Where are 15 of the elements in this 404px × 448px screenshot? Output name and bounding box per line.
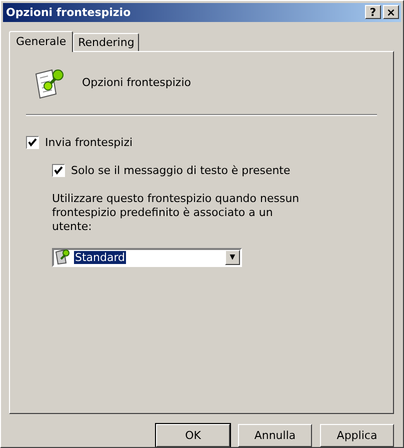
help-button[interactable]: ? <box>365 5 381 20</box>
checkbox-label[interactable]: Invia frontespizi <box>45 136 133 149</box>
header-title: Opzioni frontespizio <box>82 76 191 90</box>
checkbox[interactable] <box>52 164 65 177</box>
dialog-button[interactable]: Annulla <box>238 424 312 447</box>
tab[interactable]: Rendering <box>73 32 140 51</box>
close-button[interactable]: × <box>383 5 399 20</box>
dialog-button[interactable]: Applica <box>320 424 394 447</box>
tab[interactable]: Generale <box>9 30 74 52</box>
description-text: Utilizzare questo frontespizio quando nessun frontespizio predefinito è associato a un utente: <box>52 192 300 234</box>
dialog-button[interactable]: OK <box>156 424 230 447</box>
window-title: Opzioni frontespizio <box>6 6 131 19</box>
document-pin-icon <box>54 249 70 266</box>
checkbox[interactable] <box>26 136 39 149</box>
checkbox-label[interactable]: Solo se il messaggio di testo è presente <box>71 164 290 177</box>
